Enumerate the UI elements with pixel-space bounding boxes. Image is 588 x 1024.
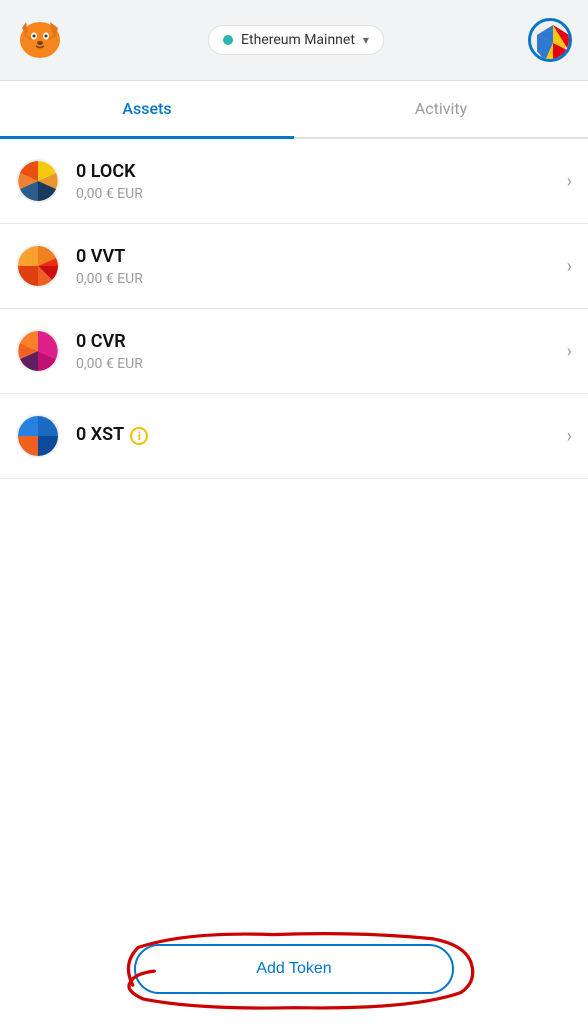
tab-activity[interactable]: Activity [294,81,588,139]
network-selector[interactable]: Ethereum Mainnet ▾ [208,25,384,55]
tab-assets[interactable]: Assets [0,81,294,139]
token-eur-lock: 0,00 € EUR [76,186,567,202]
chevron-right-icon: › [567,171,572,192]
token-icon-cvr [16,329,60,373]
tabs-container: Assets Activity [0,81,588,139]
token-amount-lock: 0 LOCK [76,161,567,182]
chevron-right-icon: › [567,341,572,362]
token-amount-cvr: 0 CVR [76,331,567,352]
network-status-dot [223,35,233,45]
token-item-cvr[interactable]: 0 CVR 0,00 € EUR › [0,309,588,394]
token-item-xst[interactable]: 0 XST i › [0,394,588,479]
info-icon-xst[interactable]: i [130,427,148,445]
add-token-button[interactable]: Add Token [134,944,454,994]
add-token-wrapper: Add Token [114,944,474,994]
token-icon-lock [16,159,60,203]
token-amount-vvt: 0 VVT [76,246,567,267]
token-eur-cvr: 0,00 € EUR [76,356,567,372]
token-name-row-xst: 0 XST i [76,424,567,449]
chevron-down-icon: ▾ [363,33,369,47]
token-icon-vvt [16,244,60,288]
token-info-cvr: 0 CVR 0,00 € EUR [76,331,567,372]
token-item-lock[interactable]: 0 LOCK 0,00 € EUR › [0,139,588,224]
token-info-xst: 0 XST i [76,424,567,449]
network-label: Ethereum Mainnet [241,32,355,48]
token-eur-vvt: 0,00 € EUR [76,271,567,287]
add-token-area: Add Token [0,914,588,1024]
chevron-right-icon: › [567,426,572,447]
token-list: 0 LOCK 0,00 € EUR › 0 VVT 0,00 € EUR › [0,139,588,914]
header: Ethereum Mainnet ▾ [0,0,588,81]
token-item-vvt[interactable]: 0 VVT 0,00 € EUR › [0,224,588,309]
token-amount-xst: 0 XST [76,424,124,445]
metamask-logo [16,14,64,66]
token-info-lock: 0 LOCK 0,00 € EUR [76,161,567,202]
avatar[interactable] [528,18,572,62]
token-info-vvt: 0 VVT 0,00 € EUR [76,246,567,287]
token-icon-xst [16,414,60,458]
chevron-right-icon: › [567,256,572,277]
